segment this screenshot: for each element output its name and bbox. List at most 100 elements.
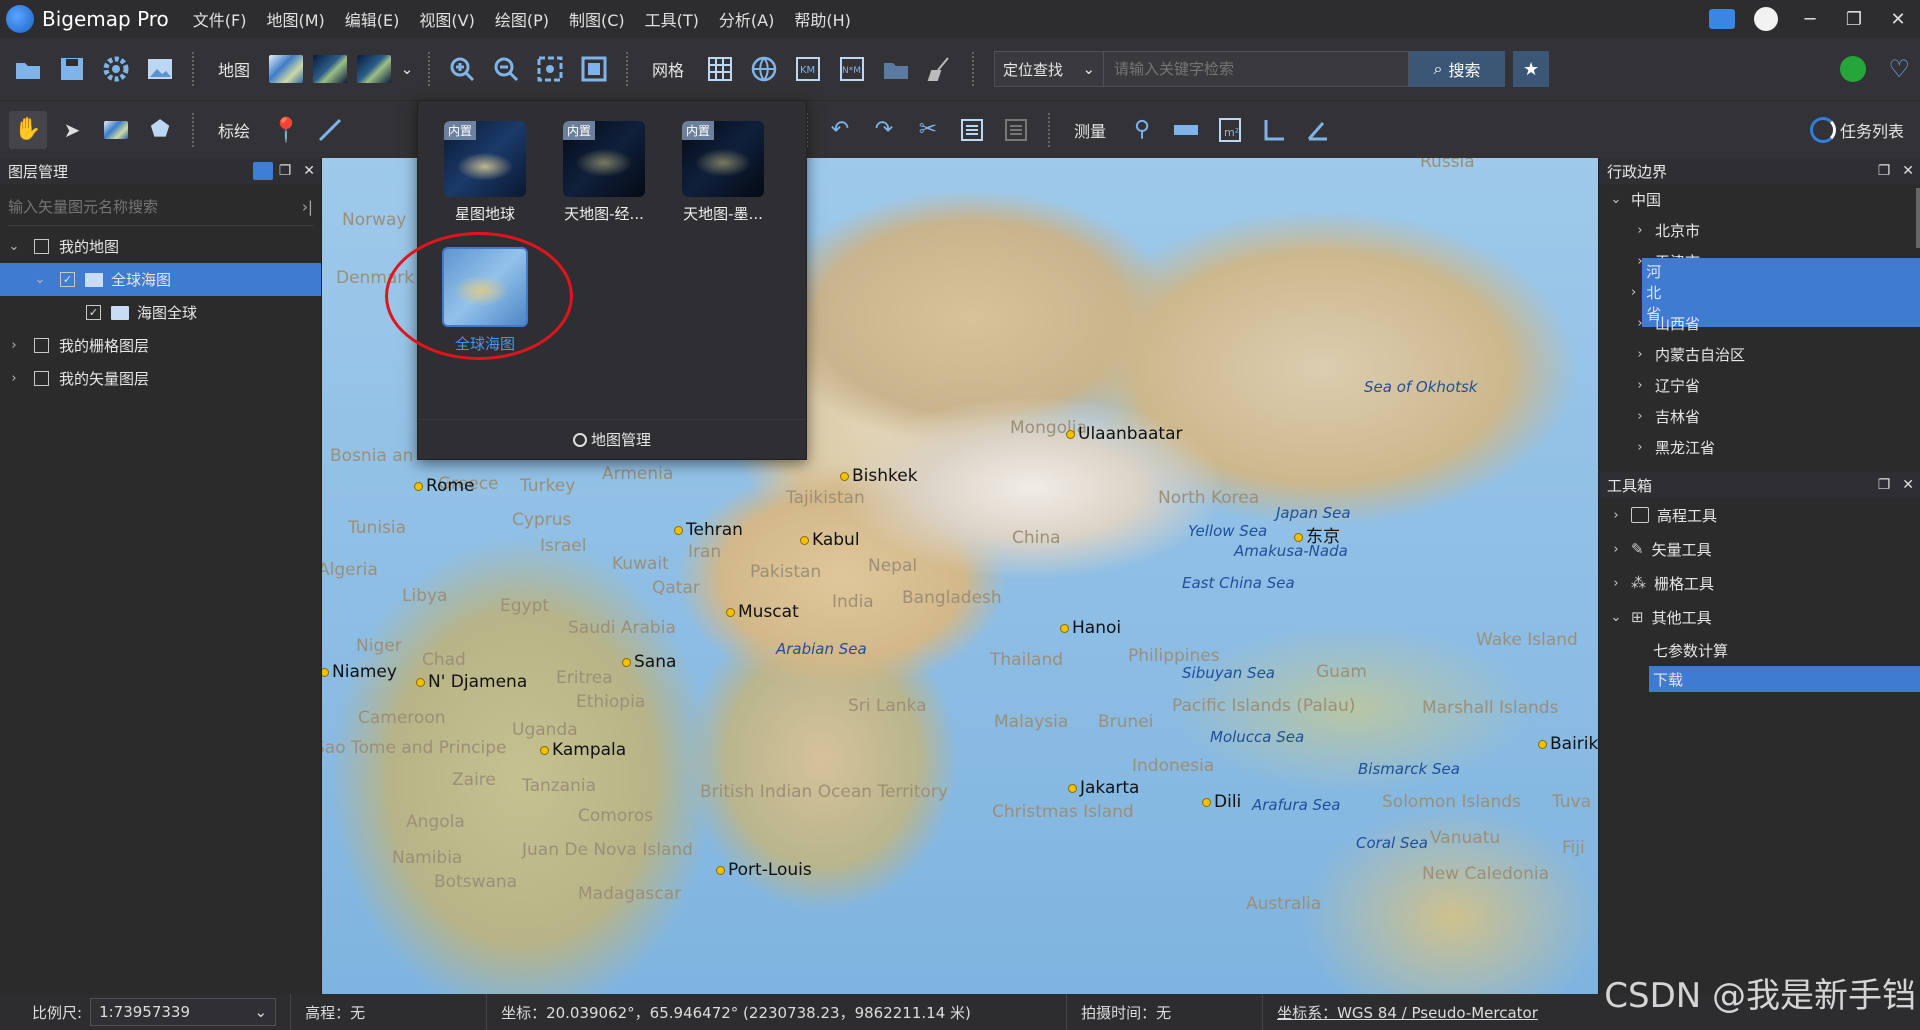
float-panel-icon[interactable]: ❐ [1878, 163, 1891, 179]
chevron-down-icon[interactable]: ⌄ [30, 272, 50, 287]
message-button[interactable] [1700, 0, 1744, 38]
close-panel-icon[interactable]: ✕ [303, 163, 315, 179]
layer-search-toggle-icon[interactable] [252, 162, 273, 180]
menu-draw[interactable]: 绘图(P) [495, 7, 549, 31]
float-panel-icon[interactable]: ❐ [279, 163, 292, 179]
identify-button[interactable] [97, 111, 135, 149]
menu-analysis[interactable]: 分析(A) [719, 7, 774, 31]
shape-select-button[interactable]: ⬟ [141, 111, 179, 149]
keyword-search-input[interactable] [1104, 51, 1410, 87]
basemap-item-tianditu-latlng[interactable]: 内置 天地图-经... [549, 121, 659, 224]
zoom-extent-button[interactable] [531, 50, 569, 88]
chevron-right-icon[interactable]: › [1631, 440, 1649, 455]
float-panel-icon[interactable]: ❐ [1878, 477, 1891, 493]
scale-select[interactable]: 1:73957339 ⌄ [90, 998, 277, 1026]
minimize-button[interactable]: ─ [1788, 0, 1832, 38]
collapse-panel-icon[interactable]: ›| [302, 198, 313, 216]
chevron-right-icon[interactable]: › [1631, 347, 1649, 362]
basemap-item-star-earth[interactable]: 内置 星图地球 [430, 121, 540, 224]
select-button[interactable]: ➤ [53, 111, 91, 149]
wechat-icon[interactable] [1840, 56, 1867, 82]
menu-edit[interactable]: 编辑(E) [345, 7, 400, 31]
measure-point-button[interactable]: ⚲ [1123, 111, 1161, 149]
basemap-night-button[interactable] [355, 50, 393, 88]
layer-search-input[interactable] [8, 197, 268, 216]
chevron-right-icon[interactable]: › [1607, 508, 1625, 523]
chevron-right-icon[interactable]: › [1607, 576, 1625, 591]
tree-row-chart-global[interactable]: ✓ 海图全球 [0, 296, 321, 329]
locate-select[interactable]: 定位查找 ⌄ [994, 51, 1105, 87]
tree-row-global-chart[interactable]: ⌄ ✓ 全球海图 [0, 263, 321, 296]
redo-button[interactable]: ↷ [865, 111, 903, 149]
pan-button[interactable]: ✋ [9, 110, 47, 149]
basemap-tianditu-button[interactable] [311, 50, 349, 88]
user-button[interactable] [1744, 0, 1788, 38]
menu-tools[interactable]: 工具(T) [645, 7, 699, 31]
admin-item[interactable]: › 黑龙江省 [1599, 432, 1920, 463]
open-folder-button[interactable] [9, 50, 47, 88]
admin-item[interactable]: › 内蒙古自治区 [1599, 339, 1920, 370]
tree-row-vector-layers[interactable]: › 我的矢量图层 [0, 362, 321, 395]
tool-group-vector[interactable]: › ✎ 矢量工具 [1599, 532, 1920, 566]
menu-help[interactable]: 帮助(H) [794, 7, 851, 31]
basemap-item-tianditu-mercator[interactable]: 内置 天地图-墨... [668, 121, 778, 224]
km-grid-button[interactable]: KM [789, 50, 827, 88]
chevron-right-icon[interactable]: › [1631, 285, 1636, 300]
admin-scrollbar[interactable] [1916, 188, 1920, 248]
chevron-right-icon[interactable]: › [1631, 316, 1649, 331]
task-list-button[interactable]: 任务列表 [1809, 116, 1904, 143]
zoom-in-button[interactable] [443, 50, 481, 88]
close-window-button[interactable]: ✕ [1876, 0, 1920, 38]
map-manage-button[interactable]: 地图管理 [418, 419, 806, 459]
chevron-right-icon[interactable]: › [1631, 378, 1649, 393]
tree-row-my-map[interactable]: ⌄ 我的地图 [0, 230, 321, 263]
chevron-right-icon[interactable]: › [4, 371, 24, 386]
measure-area-button[interactable]: m² [1211, 111, 1249, 149]
chevron-down-icon[interactable]: ⌄ [4, 239, 24, 254]
clear-button[interactable] [921, 50, 959, 88]
chevron-right-icon[interactable]: › [1607, 542, 1625, 557]
restore-button[interactable]: ❐ [1832, 0, 1876, 38]
measure-azimuth-button[interactable] [1299, 111, 1337, 149]
admin-item[interactable]: › 河北省 [1599, 258, 1920, 327]
menu-map[interactable]: 地图(M) [267, 7, 325, 31]
chevron-right-icon[interactable]: › [1631, 409, 1649, 424]
measure-distance-button[interactable] [1167, 111, 1205, 149]
layer-checkbox[interactable] [34, 371, 49, 386]
cut-button[interactable]: ✂ [909, 111, 947, 149]
admin-root[interactable]: ⌄ 中国 [1599, 184, 1920, 215]
admin-item[interactable]: › 辽宁省 [1599, 370, 1920, 401]
admin-item[interactable]: › 北京市 [1599, 215, 1920, 246]
menu-file[interactable]: 文件(F) [193, 7, 247, 31]
fit-window-button[interactable] [575, 50, 613, 88]
favorite-button[interactable]: ★ [1513, 51, 1550, 87]
layer-checkbox[interactable] [34, 239, 49, 254]
tool-seven-params[interactable]: 七参数计算 [1599, 634, 1920, 666]
close-panel-icon[interactable]: ✕ [1902, 163, 1914, 179]
basemap-item-global-chart[interactable]: 全球海图 [430, 247, 540, 354]
tool-group-raster[interactable]: › ⁂ 栅格工具 [1599, 566, 1920, 600]
chevron-right-icon[interactable]: › [1631, 223, 1649, 238]
latlng-grid-button[interactable] [745, 50, 783, 88]
nm-grid-button[interactable]: N*M [833, 50, 871, 88]
crs-readout[interactable]: 坐标系：WGS 84 / Pseudo-Mercator [1263, 994, 1552, 1030]
search-button[interactable]: ⌕ 搜索 [1409, 51, 1506, 87]
menu-cartography[interactable]: 制图(C) [569, 7, 625, 31]
chevron-down-icon[interactable]: ⌄ [1607, 610, 1625, 625]
save-button[interactable] [53, 50, 91, 88]
basemap-satellite-button[interactable] [267, 50, 305, 88]
close-panel-icon[interactable]: ✕ [1902, 477, 1914, 493]
basemap-dropdown-button[interactable]: ⌄ [399, 50, 415, 88]
tool-group-other[interactable]: ⌄ ⊞ 其他工具 [1599, 600, 1920, 634]
admin-item[interactable]: › 吉林省 [1599, 401, 1920, 432]
undo-button[interactable]: ↶ [821, 111, 859, 149]
grid-button[interactable] [701, 50, 739, 88]
chevron-down-icon[interactable]: ⌄ [1607, 192, 1625, 207]
image-button[interactable] [141, 50, 179, 88]
measure-angle-button[interactable] [1255, 111, 1293, 149]
layer-checkbox[interactable]: ✓ [86, 305, 101, 320]
layer-checkbox[interactable] [34, 338, 49, 353]
settings-button[interactable] [97, 50, 135, 88]
draw-point-button[interactable]: 📍 [267, 111, 305, 149]
tool-download[interactable]: 下载 [1649, 666, 1920, 692]
